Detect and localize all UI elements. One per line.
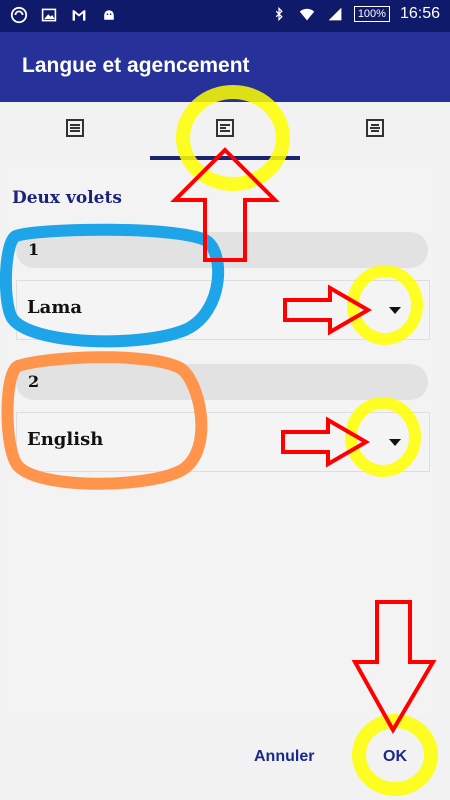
cancel-button[interactable]: Annuler <box>246 744 322 770</box>
dropdown-arrow-icon[interactable] <box>389 307 401 314</box>
status-right: 100% 16:56 <box>270 5 440 23</box>
language-select-1[interactable]: Lama <box>16 280 430 340</box>
wifi-icon <box>298 5 316 23</box>
layout-content: Deux volets 1 Lama 2 English <box>8 168 434 716</box>
page-title: Langue et agencement <box>22 54 250 77</box>
gmail-icon <box>70 6 88 24</box>
signal-icon <box>326 5 344 23</box>
bluetooth-icon <box>270 5 288 23</box>
tab-single-pane[interactable] <box>0 102 150 158</box>
two-pane-icon <box>214 117 236 144</box>
battery-indicator: 100% <box>353 6 390 22</box>
ok-button[interactable]: OK <box>375 744 415 770</box>
app-bar: Langue et agencement <box>0 32 450 102</box>
android-icon <box>100 6 118 24</box>
pane-header-2: 2 <box>16 364 428 400</box>
clock: 16:56 <box>399 5 440 22</box>
tab-three-pane[interactable] <box>300 102 450 158</box>
image-icon <box>40 6 58 24</box>
language-select-2[interactable]: English <box>16 412 430 472</box>
dropdown-arrow-icon[interactable] <box>389 439 401 446</box>
section-title: Deux volets <box>12 188 122 208</box>
status-bar: 100% 16:56 <box>0 0 450 32</box>
three-pane-icon <box>364 117 386 144</box>
layout-tabs <box>0 102 450 160</box>
dialog-actions: Annuler OK <box>0 716 450 800</box>
pane-number-2: 2 <box>28 372 40 391</box>
single-pane-icon <box>64 117 86 144</box>
language-value-2: English <box>27 429 104 450</box>
language-value-1: Lama <box>27 297 83 318</box>
status-left-icons <box>10 6 118 24</box>
tab-two-pane[interactable] <box>150 102 300 158</box>
pane-header-1: 1 <box>16 232 428 268</box>
app-icon <box>10 6 28 24</box>
selected-tab-indicator <box>150 156 300 160</box>
pane-number-1: 1 <box>28 240 40 259</box>
